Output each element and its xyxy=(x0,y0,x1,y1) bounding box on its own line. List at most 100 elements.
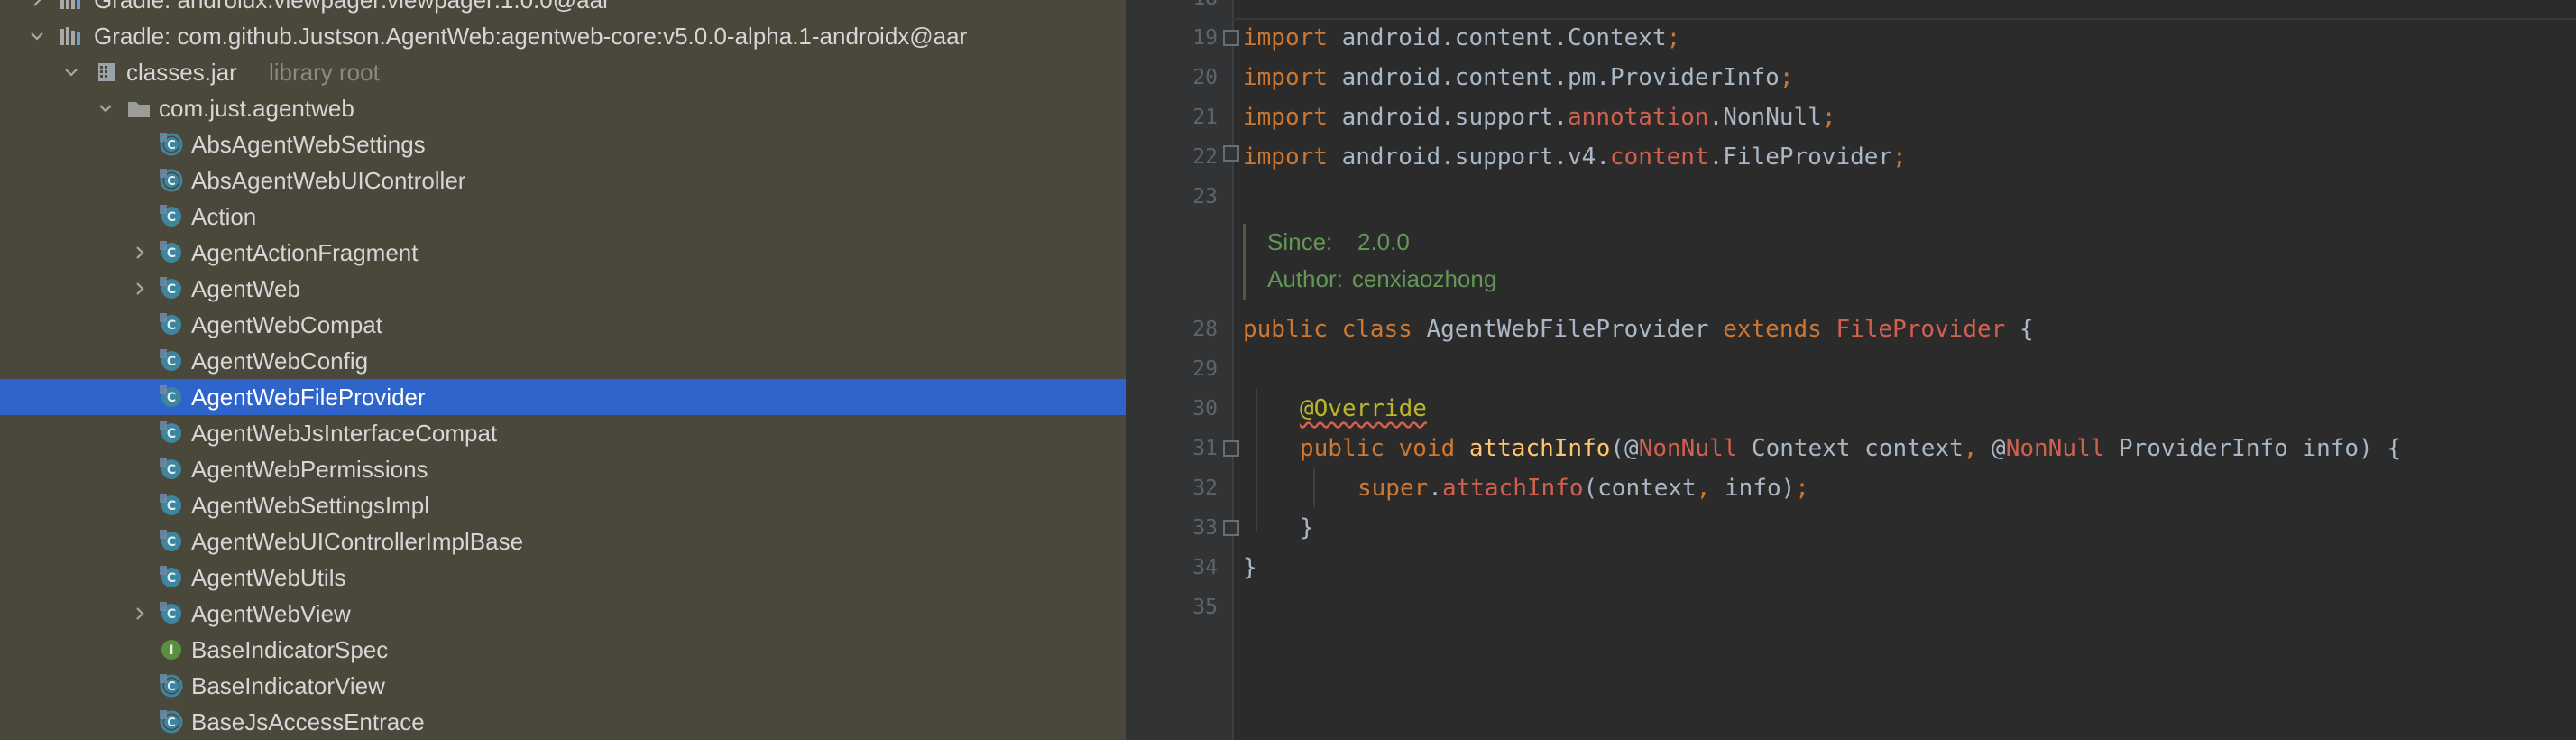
indent-guide xyxy=(1313,467,1315,507)
tree-row[interactable]: Gradle: androidx.viewpager:viewpager:1.0… xyxy=(0,0,1126,18)
tree-row[interactable]: I BaseIndicatorSpec xyxy=(0,632,1126,668)
keyword-token: import xyxy=(1243,143,1328,171)
class-icon: C xyxy=(159,204,184,229)
chevron-right-icon[interactable] xyxy=(130,279,150,299)
line-number: 22 xyxy=(1192,145,1218,169)
tree-row-label: AgentWebView xyxy=(191,600,351,627)
class-icon: C xyxy=(159,601,184,626)
abstract-class-icon: C xyxy=(159,673,184,698)
abstract-class-icon: C xyxy=(159,709,184,735)
tree-row[interactable]: com.just.agentweb xyxy=(0,90,1126,126)
chevron-right-icon[interactable] xyxy=(27,0,47,10)
code-token: Context context xyxy=(1737,435,1964,462)
svg-text:I: I xyxy=(169,643,173,658)
abstract-class-icon: C xyxy=(159,168,184,193)
fold-marker-icon[interactable] xyxy=(1223,145,1239,162)
tree-row[interactable]: classes.jar library root xyxy=(0,54,1126,90)
tree-row-label: AgentWebUIControllerImplBase xyxy=(191,528,524,555)
tree-row-label: BaseJsAccessEntrace xyxy=(191,708,425,735)
line-number: 18 xyxy=(1145,0,1218,18)
svg-text:C: C xyxy=(167,355,176,369)
tree-row[interactable]: C AbsAgentWebSettings xyxy=(0,126,1126,162)
interface-icon: I xyxy=(159,637,184,662)
line-number: 33 xyxy=(1192,516,1218,540)
tree-row[interactable]: C AbsAgentWebUIController xyxy=(0,162,1126,199)
doc-since-value: 2.0.0 xyxy=(1357,228,1410,255)
tree-row[interactable]: C BaseJsAccessEntrace xyxy=(0,704,1126,740)
jar-icon xyxy=(94,60,119,85)
tree-row[interactable]: C AgentWebView xyxy=(0,596,1126,632)
code-editor[interactable]: 18 19 20 21 22 23 28 29 30 31 32 33 34 3… xyxy=(1126,0,2576,740)
tree-row[interactable]: C AgentWebConfig xyxy=(0,343,1126,379)
tree-row[interactable]: C AgentWebJsInterfaceCompat xyxy=(0,415,1126,451)
tree-row[interactable]: Gradle: com.github.Justson.AgentWeb:agen… xyxy=(0,18,1126,54)
tree-row-label: Action xyxy=(191,203,257,230)
unresolved-token: NonNull xyxy=(2005,435,2105,462)
chevron-down-icon[interactable] xyxy=(27,26,47,46)
svg-text:C: C xyxy=(167,282,176,297)
tree-row[interactable]: C BaseIndicatorView xyxy=(0,668,1126,704)
chevron-right-icon[interactable] xyxy=(130,604,150,624)
tree-row[interactable]: C AgentWebUtils xyxy=(0,560,1126,596)
code-line-22[interactable]: import android.support.v4.content.FilePr… xyxy=(1243,137,1907,177)
code-line-19[interactable]: import android.content.Context; xyxy=(1243,18,1680,58)
keyword-token: public void xyxy=(1300,435,1456,462)
tree-row[interactable]: C Action xyxy=(0,199,1126,235)
svg-text:C: C xyxy=(167,535,176,550)
code-token: } xyxy=(1243,554,1257,581)
code-line-21[interactable]: import android.support.annotation.NonNul… xyxy=(1243,97,1835,137)
doc-author: Author: cenxiaozhong xyxy=(1267,261,1496,297)
code-line-28[interactable]: public class AgentWebFileProvider extend… xyxy=(1243,310,2034,349)
annotation-token: @Override xyxy=(1300,395,1427,422)
fold-marker-icon[interactable] xyxy=(1223,30,1239,46)
fold-marker-icon[interactable] xyxy=(1223,520,1239,536)
svg-text:C: C xyxy=(167,607,176,622)
tree-row[interactable]: C AgentWebUIControllerImplBase xyxy=(0,523,1126,560)
chevron-right-icon[interactable] xyxy=(130,243,150,263)
doc-author-value: cenxiaozhong xyxy=(1351,265,1497,292)
chevron-down-icon[interactable] xyxy=(61,62,81,82)
tree-row[interactable]: C AgentWeb xyxy=(0,271,1126,307)
svg-text:C: C xyxy=(167,680,176,694)
svg-text:C: C xyxy=(167,499,176,513)
code-token: } xyxy=(1300,514,1314,541)
tree-row[interactable]: C AgentWebPermissions xyxy=(0,451,1126,487)
library-icon xyxy=(58,23,83,49)
code-token: @ xyxy=(1977,435,2006,462)
code-line-34[interactable]: } xyxy=(1243,548,1257,587)
code-line-20[interactable]: import android.content.pm.ProviderInfo; xyxy=(1243,58,1793,97)
tree-row[interactable]: C AgentWebSettingsImpl xyxy=(0,487,1126,523)
doc-author-label: Author: xyxy=(1267,265,1343,292)
rendered-javadoc[interactable]: Since: 2.0.0 Author: cenxiaozhong xyxy=(1243,224,1877,300)
tree-row[interactable]: C AgentWebCompat xyxy=(0,307,1126,343)
semicolon-token: ; xyxy=(1795,475,1809,502)
tree-row[interactable]: C AgentWebFileProvider xyxy=(0,379,1126,415)
code-token: info) xyxy=(1710,475,1796,502)
class-icon: C xyxy=(159,240,184,265)
line-number: 20 xyxy=(1192,66,1218,89)
indent-guide xyxy=(1256,388,1257,532)
code-line-32[interactable]: super.attachInfo(context, info); xyxy=(1357,468,1809,508)
code-line-33[interactable]: } xyxy=(1300,508,1314,548)
fold-marker-icon[interactable] xyxy=(1223,440,1239,457)
collapsed-region-divider xyxy=(1232,0,2576,20)
tree-row-label: com.just.agentweb xyxy=(159,95,354,122)
tree-row-label: AbsAgentWebUIController xyxy=(191,167,466,194)
chevron-down-icon[interactable] xyxy=(96,98,115,118)
tree-row-label: AgentWebSettingsImpl xyxy=(191,492,429,519)
tree-row-sublabel: library root xyxy=(269,59,380,86)
semicolon-token: ; xyxy=(1666,24,1681,51)
tree-row[interactable]: C AgentActionFragment xyxy=(0,235,1126,271)
class-icon: C xyxy=(159,421,184,446)
code-line-30[interactable]: @Override xyxy=(1300,389,1427,429)
unresolved-token: annotation xyxy=(1568,104,1709,131)
line-number: 21 xyxy=(1192,106,1218,129)
comma-token: , xyxy=(1696,475,1711,502)
method-name-token: attachInfo xyxy=(1468,435,1611,462)
line-number: 35 xyxy=(1192,596,1218,619)
code-line-31[interactable]: public void attachInfo(@NonNull Context … xyxy=(1300,429,2401,468)
keyword-token: import xyxy=(1243,64,1328,91)
line-number: 29 xyxy=(1192,357,1218,381)
code-token: { xyxy=(2005,316,2034,343)
